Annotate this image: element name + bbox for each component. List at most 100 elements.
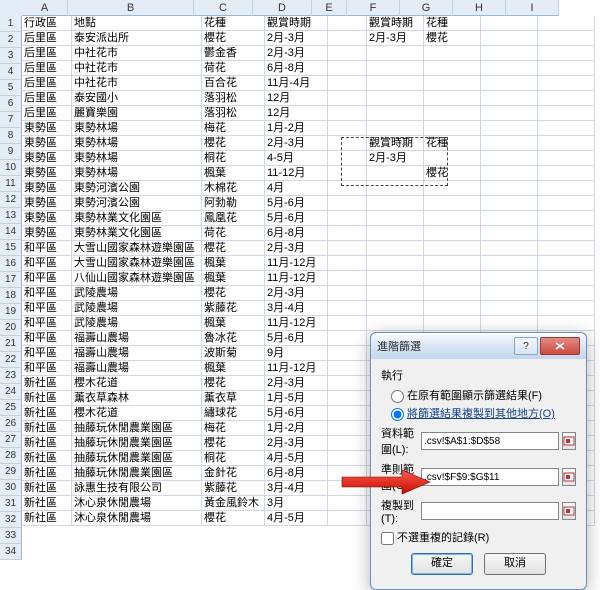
cell[interactable]: 6月-8月: [265, 226, 328, 241]
cell[interactable]: [481, 316, 538, 331]
cell[interactable]: [538, 91, 595, 106]
cell[interactable]: 2月-3月: [265, 241, 328, 256]
cell[interactable]: 櫻花: [202, 286, 265, 301]
cell[interactable]: 黃金風鈴木: [202, 496, 265, 511]
cell[interactable]: [328, 76, 367, 91]
cell[interactable]: [424, 106, 481, 121]
col-header-I[interactable]: I: [506, 0, 559, 16]
cell[interactable]: [328, 436, 367, 451]
cell[interactable]: [328, 211, 367, 226]
cell[interactable]: 后里區: [22, 46, 72, 61]
cell[interactable]: 櫻花: [202, 511, 265, 526]
cell[interactable]: [367, 301, 424, 316]
cell[interactable]: [538, 226, 595, 241]
cell[interactable]: [538, 31, 595, 46]
cell[interactable]: 和平區: [22, 286, 72, 301]
cell[interactable]: 新社區: [22, 391, 72, 406]
cell[interactable]: 新社區: [22, 496, 72, 511]
cell[interactable]: [328, 31, 367, 46]
cell[interactable]: [481, 91, 538, 106]
criteria-range-input[interactable]: [421, 468, 559, 486]
row-header[interactable]: 8: [0, 128, 22, 144]
cell[interactable]: [424, 301, 481, 316]
cell[interactable]: 東勢林場: [72, 121, 202, 136]
cell[interactable]: 楓葉: [202, 316, 265, 331]
cell[interactable]: 櫻花: [424, 166, 481, 181]
cell[interactable]: 后里區: [22, 31, 72, 46]
row-header[interactable]: 20: [0, 320, 22, 336]
cell[interactable]: [367, 106, 424, 121]
cell[interactable]: 2月-3月: [265, 31, 328, 46]
cell[interactable]: 新社區: [22, 481, 72, 496]
cell[interactable]: 武陵農場: [72, 316, 202, 331]
cell[interactable]: [367, 61, 424, 76]
cell[interactable]: [424, 76, 481, 91]
cell[interactable]: 東勢區: [22, 121, 72, 136]
cell[interactable]: [367, 166, 424, 181]
cell[interactable]: [538, 241, 595, 256]
cell[interactable]: 木棉花: [202, 181, 265, 196]
cell[interactable]: [481, 226, 538, 241]
col-header-B[interactable]: B: [68, 0, 194, 16]
cell[interactable]: 和平區: [22, 361, 72, 376]
cell[interactable]: [328, 331, 367, 346]
cell[interactable]: 中社花市: [72, 61, 202, 76]
row-header[interactable]: 2: [0, 32, 22, 48]
cell[interactable]: 櫻花: [202, 31, 265, 46]
cell[interactable]: 東勢區: [22, 181, 72, 196]
cell[interactable]: 大雪山國家森林遊樂園區: [72, 256, 202, 271]
cell[interactable]: 桐花: [202, 151, 265, 166]
close-button[interactable]: [540, 337, 580, 355]
cell[interactable]: 后里區: [22, 76, 72, 91]
cell[interactable]: 抽藤玩休閒農業園區: [72, 451, 202, 466]
row-header[interactable]: 11: [0, 176, 22, 192]
cell[interactable]: 落羽松: [202, 91, 265, 106]
cell[interactable]: [538, 196, 595, 211]
cell[interactable]: [328, 241, 367, 256]
cell[interactable]: [481, 16, 538, 31]
row-header[interactable]: 4: [0, 64, 22, 80]
row-header[interactable]: 18: [0, 288, 22, 304]
cell[interactable]: 11月-12月: [265, 256, 328, 271]
cell[interactable]: 和平區: [22, 256, 72, 271]
cell[interactable]: [328, 181, 367, 196]
cell[interactable]: 沐心泉休閒農場: [72, 496, 202, 511]
cell[interactable]: 詠惠生技有限公司: [72, 481, 202, 496]
cell[interactable]: [367, 46, 424, 61]
cell[interactable]: 新社區: [22, 451, 72, 466]
row-header[interactable]: 24: [0, 384, 22, 400]
cell[interactable]: [367, 196, 424, 211]
cancel-button[interactable]: 取消: [484, 553, 546, 575]
cell[interactable]: 新社區: [22, 466, 72, 481]
cell[interactable]: 花種: [202, 16, 265, 31]
cell[interactable]: [424, 61, 481, 76]
cell[interactable]: [481, 76, 538, 91]
cell[interactable]: 東勢區: [22, 166, 72, 181]
cell[interactable]: [367, 271, 424, 286]
cell[interactable]: 和平區: [22, 331, 72, 346]
cell[interactable]: 東勢區: [22, 211, 72, 226]
cell[interactable]: 福壽山農場: [72, 361, 202, 376]
cell[interactable]: [481, 151, 538, 166]
cell[interactable]: 梅花: [202, 121, 265, 136]
cell[interactable]: [367, 316, 424, 331]
cell[interactable]: 和平區: [22, 271, 72, 286]
help-button[interactable]: ?: [514, 337, 538, 355]
cell[interactable]: 櫻花: [202, 436, 265, 451]
cell[interactable]: [481, 211, 538, 226]
col-header-A[interactable]: A: [22, 0, 68, 16]
row-header[interactable]: 26: [0, 416, 22, 432]
unique-records-checkbox[interactable]: 不選重複的記錄(R): [381, 529, 576, 545]
cell[interactable]: 1月-2月: [265, 121, 328, 136]
cell[interactable]: [367, 256, 424, 271]
cell[interactable]: [538, 151, 595, 166]
ok-button[interactable]: 確定: [411, 553, 473, 575]
cell[interactable]: [481, 241, 538, 256]
cell[interactable]: 觀賞時期: [265, 16, 328, 31]
cell[interactable]: [424, 196, 481, 211]
row-header[interactable]: 27: [0, 432, 22, 448]
cell[interactable]: [424, 286, 481, 301]
cell[interactable]: 中社花市: [72, 46, 202, 61]
cell[interactable]: [538, 256, 595, 271]
cell[interactable]: 4月: [265, 181, 328, 196]
